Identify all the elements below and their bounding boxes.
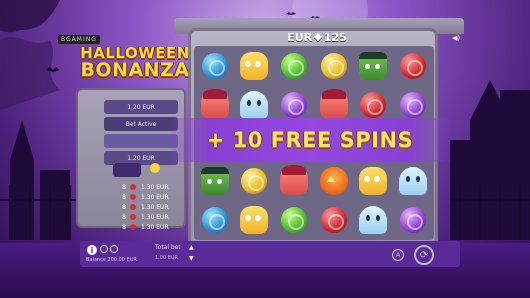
sound-toggle[interactable]: ◀) bbox=[452, 33, 476, 43]
reel-cell bbox=[355, 202, 393, 238]
reel-cell bbox=[196, 163, 234, 199]
paytable-count: 8 bbox=[122, 223, 126, 231]
lollipop-icon bbox=[150, 163, 160, 173]
candy-icon bbox=[130, 224, 136, 230]
reel-cell bbox=[394, 48, 432, 84]
free-spins-banner: + 10 FREE SPINS bbox=[168, 118, 452, 162]
red-candy-symbol bbox=[400, 53, 427, 80]
speaker-icon: ◀) bbox=[452, 34, 461, 42]
red-candy-symbol bbox=[360, 91, 387, 118]
reel-cell bbox=[315, 163, 353, 199]
paytable-count: 8 bbox=[122, 213, 126, 221]
reel-cell bbox=[315, 202, 353, 238]
yellow-candy-symbol bbox=[320, 53, 347, 80]
refresh-icon: ⟳ bbox=[419, 249, 429, 261]
reel-cell bbox=[275, 163, 313, 199]
reel-cell bbox=[355, 163, 393, 199]
gear-icon[interactable] bbox=[100, 245, 108, 253]
balance-value: 125 bbox=[323, 30, 347, 44]
bet-increase-button[interactable]: ▲ bbox=[189, 244, 194, 251]
yellow-candy-symbol bbox=[241, 168, 268, 195]
balance-currency: EUR bbox=[287, 30, 313, 44]
reel-cell bbox=[275, 48, 313, 84]
side-option-1[interactable]: 1.20 EUR bbox=[104, 100, 178, 114]
mummy-symbol bbox=[359, 167, 388, 196]
paytable-row: 8 1.30 EUR bbox=[104, 192, 178, 202]
reel-cell bbox=[275, 202, 313, 238]
sound-icon[interactable] bbox=[110, 245, 118, 253]
pumpkin-symbol bbox=[319, 167, 348, 196]
witch-symbol bbox=[319, 88, 348, 119]
reel-cell bbox=[236, 202, 274, 238]
purple-candy-symbol bbox=[400, 206, 427, 233]
blue-candy-symbol bbox=[201, 53, 228, 80]
total-bet-value: 1.00 EUR bbox=[155, 255, 179, 261]
reel-cell bbox=[394, 202, 432, 238]
game-title-line2: BONANZA bbox=[80, 59, 190, 81]
ghost-symbol bbox=[399, 167, 428, 196]
reel-cell bbox=[236, 48, 274, 84]
total-bet-label: Total bet bbox=[155, 244, 181, 251]
green-candy-symbol bbox=[281, 53, 308, 80]
paytable-count: 8 bbox=[122, 183, 126, 191]
coin-icon: ⬥ bbox=[314, 30, 322, 43]
candy-icon bbox=[130, 214, 136, 220]
purple-candy-symbol bbox=[281, 91, 308, 118]
paytable-amount: 1.30 EUR bbox=[141, 193, 169, 201]
paytable-amount: 1.30 EUR bbox=[141, 183, 169, 191]
paytable: 8 1.30 EUR 8 1.30 EUR 8 1.30 EUR 8 1.30 … bbox=[104, 182, 178, 232]
side-option-2[interactable]: Bet Active bbox=[104, 117, 178, 131]
paytable-count: 8 bbox=[122, 193, 126, 201]
paytable-row: 8 1.30 EUR bbox=[104, 182, 178, 192]
bet-decrease-button[interactable]: ▼ bbox=[189, 255, 194, 262]
reel-cell bbox=[315, 48, 353, 84]
reel-cell bbox=[394, 163, 432, 199]
paytable-row: 8 1.30 EUR bbox=[104, 202, 178, 212]
balance-display: EUR ⬥ 125 bbox=[272, 30, 362, 44]
frank-symbol bbox=[359, 52, 388, 81]
paytable-amount: 1.30 EUR bbox=[141, 203, 169, 211]
spin-button[interactable]: ⟳ bbox=[414, 245, 434, 265]
paytable-row: 8 1.30 EUR bbox=[104, 222, 178, 232]
scatter-symbol-icon bbox=[113, 163, 141, 177]
blue-candy-symbol bbox=[201, 206, 228, 233]
paytable-amount: 1.30 EUR bbox=[141, 223, 169, 231]
candy-icon bbox=[130, 204, 136, 210]
reel-cell bbox=[236, 163, 274, 199]
red-candy-symbol bbox=[320, 206, 347, 233]
paytable-row: 8 1.30 EUR bbox=[104, 212, 178, 222]
frank-symbol bbox=[200, 167, 229, 196]
autoplay-button[interactable]: A bbox=[392, 249, 404, 261]
paytable-amount: 1.30 EUR bbox=[141, 213, 169, 221]
balance-label: Balance 200.00 EUR bbox=[86, 257, 137, 263]
reel-cell bbox=[196, 202, 234, 238]
ghost-symbol bbox=[359, 205, 388, 234]
mummy-symbol bbox=[240, 205, 269, 234]
reel-cell bbox=[196, 48, 234, 84]
info-icon[interactable]: i bbox=[87, 245, 97, 255]
paytable-count: 8 bbox=[122, 203, 126, 211]
brand-logo: BGAMING bbox=[58, 35, 100, 44]
purple-candy-symbol bbox=[400, 91, 427, 118]
free-spins-text: + 10 FREE SPINS bbox=[206, 128, 414, 152]
witch-symbol bbox=[200, 88, 229, 119]
witch-symbol bbox=[280, 165, 309, 196]
mummy-symbol bbox=[240, 52, 269, 81]
green-candy-symbol bbox=[281, 206, 308, 233]
ghost-symbol bbox=[240, 90, 269, 119]
game-title: HALLOWEEN BONANZA bbox=[80, 46, 190, 90]
side-option-3[interactable] bbox=[104, 134, 178, 148]
candy-icon bbox=[130, 184, 136, 190]
candy-icon bbox=[130, 194, 136, 200]
reel-cell bbox=[355, 48, 393, 84]
